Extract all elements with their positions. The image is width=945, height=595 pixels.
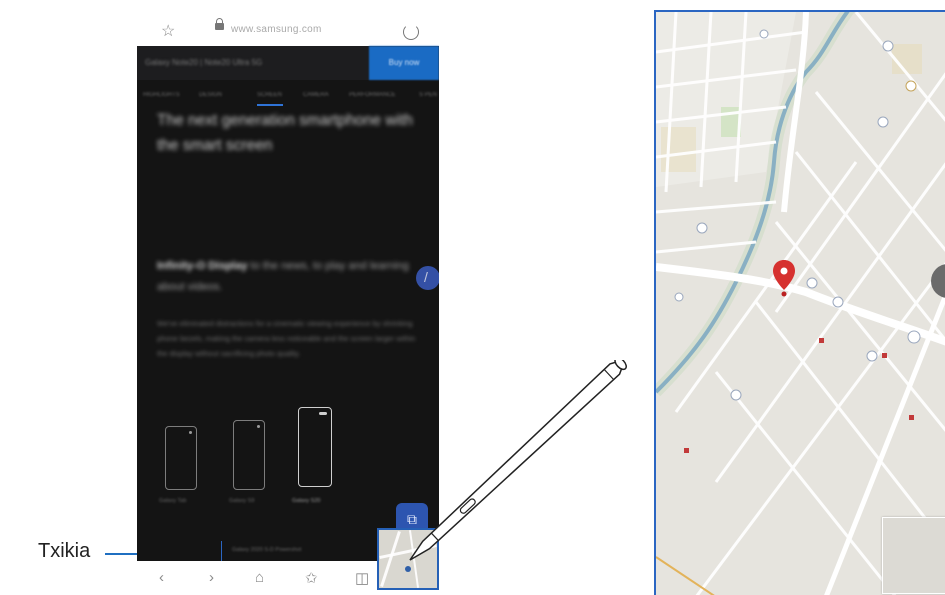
tab-design[interactable]: DESIGN (199, 92, 222, 98)
camera-cutout (319, 412, 327, 415)
section-tabs: HIGHLIGHTS DESIGN SCREEN CAMERA PERFORMA… (137, 88, 439, 108)
home-icon[interactable]: ⌂ (255, 569, 264, 586)
callout-label: Txikia (38, 540, 91, 562)
tab-camera[interactable]: CAMERA (303, 92, 329, 98)
tab-highlights[interactable]: HIGHLIGHTS (143, 92, 180, 98)
camera-dot (189, 431, 192, 434)
tab-screen[interactable]: SCREEN (257, 92, 282, 98)
device-outline-3 (298, 407, 332, 487)
bottom-banner: Galaxy 2020 S-D Powershot (221, 541, 362, 561)
feature-bold: Infinity-O Display (157, 260, 248, 272)
tab-performance[interactable]: PERFORMANCE (349, 92, 396, 98)
tab-spen[interactable]: S PEN (419, 92, 437, 98)
page-headline: The next generation smartphone with the … (157, 112, 413, 154)
device-label-2: Galaxy S9 (229, 498, 255, 504)
device-label-3: Galaxy S20 (292, 498, 321, 504)
device-outline-2 (233, 420, 265, 490)
promo-bar: Galaxy Note20 | Note20 Ultra 5G Buy now (137, 46, 439, 80)
bottom-banner-text: Galaxy 2020 S-D Powershot (232, 547, 302, 553)
feature-text: Infinity-O Display to the news, to play … (157, 256, 417, 298)
buy-button[interactable]: Buy now (369, 46, 439, 80)
bookmark-star-icon[interactable]: ☆ (161, 21, 175, 41)
map-minimap[interactable] (882, 517, 945, 594)
air-command-pen-icon[interactable] (416, 266, 439, 290)
device-label-1: Galaxy Tab (159, 498, 187, 504)
promo-text: Galaxy Note20 | Note20 Ultra 5G (145, 58, 263, 67)
back-icon[interactable]: ‹ (159, 569, 164, 586)
web-page: Galaxy Note20 | Note20 Ultra 5G Buy now … (137, 46, 439, 561)
active-tab-indicator (257, 104, 283, 106)
camera-dot (257, 425, 260, 428)
map-view[interactable] (654, 10, 945, 595)
s-pen-illustration (409, 360, 627, 561)
thumb-road (380, 530, 401, 588)
pen-body (409, 361, 623, 561)
reload-icon[interactable] (403, 24, 419, 40)
lock-icon (215, 18, 224, 30)
tabs-icon[interactable]: ◫ (355, 569, 369, 587)
url-text[interactable]: www.samsung.com (231, 24, 322, 35)
device-outline-1 (165, 426, 197, 490)
phone-screen: ☆ www.samsung.com Galaxy Note20 | Note20… (137, 10, 439, 595)
bookmarks-icon[interactable]: ✩ (305, 569, 318, 587)
forward-icon[interactable]: › (209, 569, 214, 586)
map-canvas (656, 12, 945, 595)
feature-paragraph: We've eliminated distractions for a cine… (157, 319, 416, 358)
